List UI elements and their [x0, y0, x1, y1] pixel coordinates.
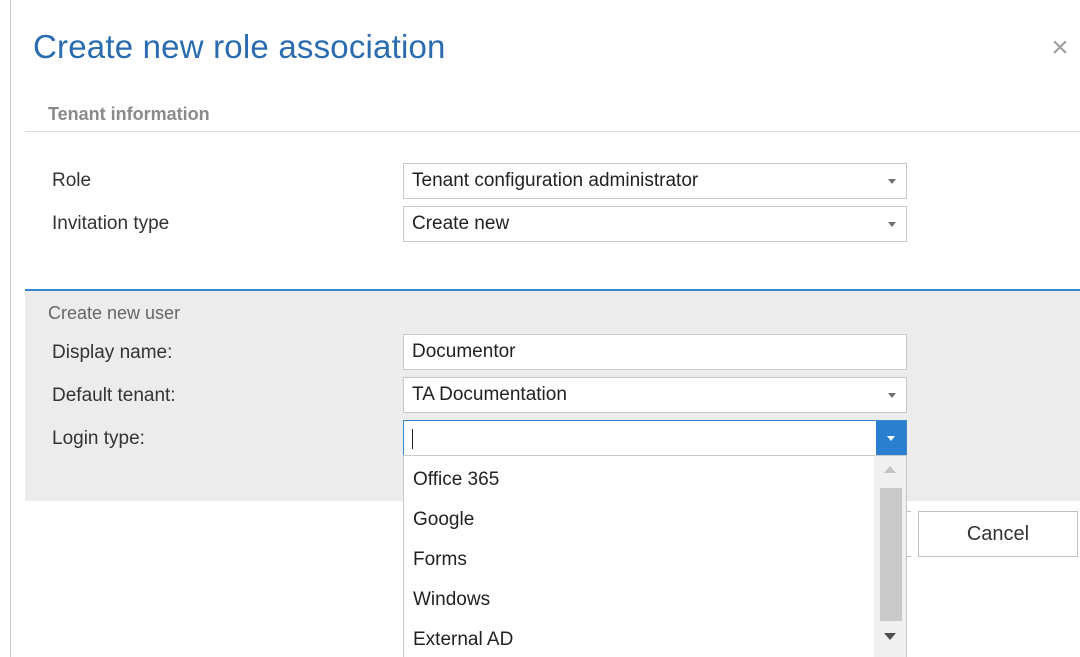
invitation-type-value: Create new [412, 213, 510, 234]
role-select-value: Tenant configuration administrator [412, 170, 699, 191]
chevron-down-icon [888, 179, 896, 184]
chevron-down-icon [888, 222, 896, 227]
chevron-down-icon [888, 393, 896, 398]
display-name-field[interactable]: Documentor [403, 334, 907, 370]
login-option-windows[interactable]: Windows [413, 589, 490, 611]
login-option-forms[interactable]: Forms [413, 549, 467, 571]
login-option-external-ad[interactable]: External AD [413, 629, 513, 651]
login-type-label: Login type: [52, 428, 145, 449]
default-tenant-value: TA Documentation [412, 384, 567, 405]
create-role-association-dialog: Create new role association × Tenant inf… [10, 0, 1080, 657]
scroll-up-icon[interactable] [884, 466, 896, 473]
chevron-down-icon [887, 436, 895, 441]
login-type-dropdown-list: Office 365 Google Forms Windows External… [403, 455, 907, 657]
tenant-information-heading: Tenant information [48, 104, 210, 124]
dropdown-scrollbar[interactable] [874, 456, 906, 657]
section-divider [25, 131, 1080, 132]
login-type-select[interactable] [403, 420, 907, 456]
invitation-type-select[interactable]: Create new [403, 206, 907, 242]
text-caret [412, 429, 413, 449]
create-new-user-heading: Create new user [48, 303, 181, 323]
login-option-office365[interactable]: Office 365 [413, 469, 499, 491]
login-option-google[interactable]: Google [413, 509, 474, 531]
cancel-button[interactable]: Cancel [918, 511, 1078, 557]
default-tenant-select[interactable]: TA Documentation [403, 377, 907, 413]
default-tenant-label: Default tenant: [52, 385, 176, 406]
close-icon[interactable]: × [1048, 33, 1072, 63]
scroll-thumb[interactable] [880, 488, 902, 621]
display-name-label: Display name: [52, 342, 173, 363]
scroll-down-icon[interactable] [884, 633, 896, 640]
invitation-type-label: Invitation type [52, 213, 170, 234]
role-select[interactable]: Tenant configuration administrator [403, 163, 907, 199]
role-label: Role [52, 170, 92, 191]
dialog-title: Create new role association [33, 28, 446, 65]
login-type-dropdown-button[interactable] [876, 421, 906, 455]
